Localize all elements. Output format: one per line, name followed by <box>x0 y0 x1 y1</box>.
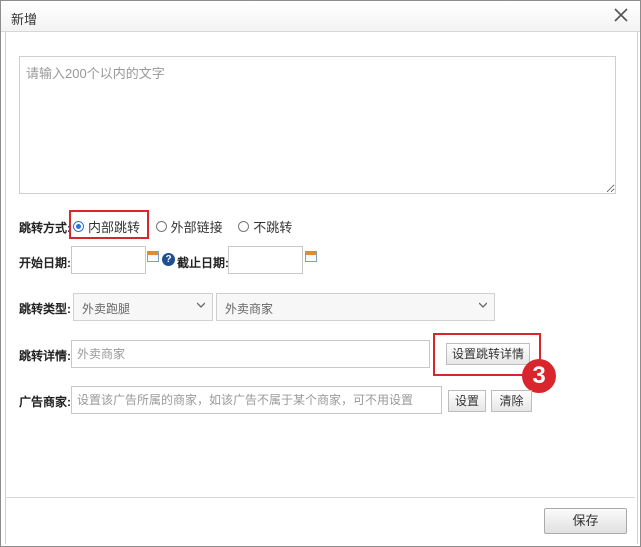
jump-detail-label: 跳转详情: <box>19 349 71 363</box>
radio-external-link[interactable]: 外部链接 <box>155 217 223 236</box>
set-merchant-button[interactable]: 设置 <box>448 390 486 412</box>
radio-dot <box>238 221 250 232</box>
jump-type-select[interactable]: 外卖跑腿 <box>73 293 213 321</box>
question-icon[interactable]: ? <box>162 253 175 266</box>
select-value: 外卖跑腿 <box>82 302 131 316</box>
clear-merchant-button[interactable]: 清除 <box>491 390 532 412</box>
calendar-icon[interactable] <box>147 251 159 262</box>
start-date-label: 开始日期: <box>19 256 71 270</box>
start-date-input[interactable] <box>71 246 146 274</box>
radio-label: 外部链接 <box>170 220 223 235</box>
end-date-label: 截止日期: <box>177 256 229 270</box>
dialog-titlebar: 新增 <box>1 1 640 32</box>
jump-mode-label: 跳转方式: <box>19 221 71 235</box>
close-icon[interactable] <box>610 4 632 26</box>
select-value: 外卖商家 <box>225 302 274 316</box>
chevron-down-icon <box>479 302 487 308</box>
end-date-input[interactable] <box>228 246 303 274</box>
dialog-title: 新增 <box>11 12 38 27</box>
ad-merchant-label: 广告商家: <box>19 395 71 409</box>
ad-merchant-input[interactable] <box>71 386 442 414</box>
jump-type-label: 跳转类型: <box>19 302 71 316</box>
radio-dot <box>155 221 167 232</box>
footer-divider <box>6 497 635 498</box>
calendar-icon[interactable] <box>305 251 317 262</box>
highlight-box-radio <box>69 210 149 239</box>
dialog-window: 新增 跳转方式: 内部跳转 外部链接 不跳转 开始日期: ? 截止日期: 跳转类… <box>0 0 641 547</box>
jump-detail-input[interactable] <box>71 340 430 368</box>
chevron-down-icon <box>197 302 205 308</box>
jump-target-select[interactable]: 外卖商家 <box>216 293 495 321</box>
content-textarea[interactable] <box>19 56 616 194</box>
radio-no-jump[interactable]: 不跳转 <box>238 217 292 236</box>
step-marker: 3 <box>522 359 556 393</box>
radio-label: 不跳转 <box>253 220 293 235</box>
save-button[interactable]: 保存 <box>544 508 627 534</box>
